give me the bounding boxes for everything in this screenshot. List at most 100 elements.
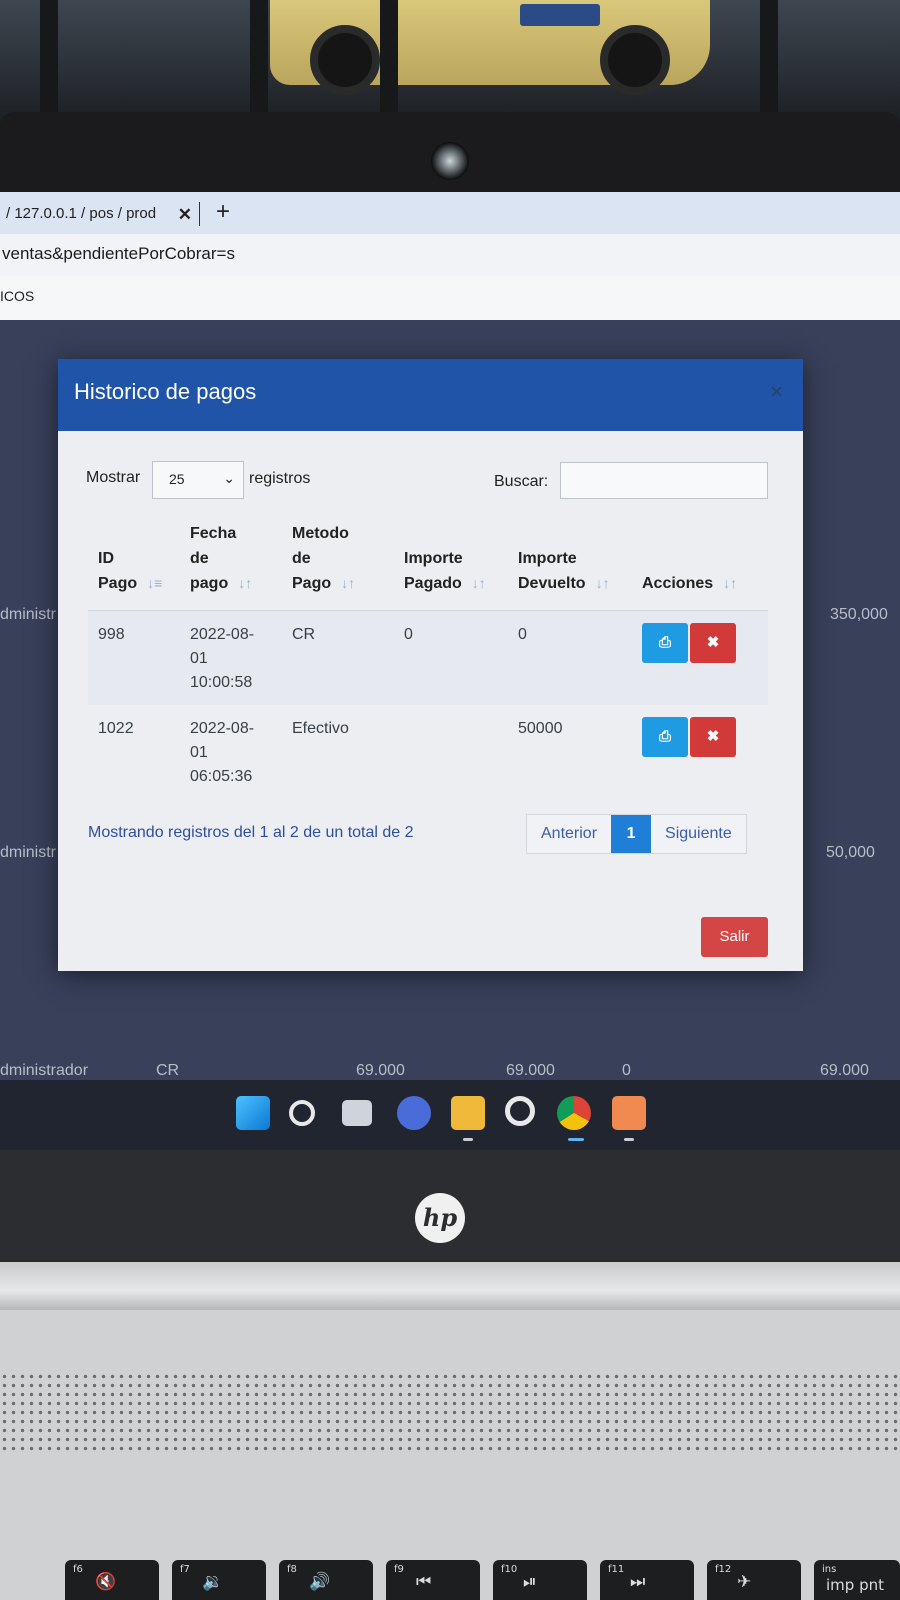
key-label: f10 — [501, 1564, 518, 1575]
key-f8[interactable]: f8 🔊 — [279, 1560, 373, 1600]
taxi-plate — [520, 4, 600, 26]
bg-row-method: CR — [156, 1062, 180, 1079]
date-line: 01 — [190, 650, 208, 667]
pagination-previous[interactable]: Anterior — [527, 815, 611, 853]
payment-history-modal: Historico de pagos × Mostrar 25 ⌄ regist… — [58, 359, 803, 971]
key-label: f7 — [180, 1564, 190, 1575]
cell-paid — [394, 705, 508, 799]
sort-icon[interactable]: ↓↑ — [341, 575, 355, 591]
cell-date: 2022-08- 01 06:05:36 — [180, 705, 282, 799]
tab-title: / 127.0.0.1 / pos / prod — [6, 204, 157, 222]
previous-track-icon: ⏮ — [416, 1572, 432, 1592]
key-label: f9 — [394, 1564, 404, 1575]
date-line: 06:05:36 — [190, 768, 253, 785]
close-icon: ✖ — [706, 728, 720, 745]
column-header-line: Importe — [518, 550, 577, 567]
date-line: 2022-08- — [190, 720, 255, 737]
key-f12[interactable]: f12 ✈ — [707, 1560, 801, 1600]
delete-button[interactable]: ✖ — [690, 623, 736, 663]
column-header-line: Importe — [404, 550, 463, 567]
pagination-page-current[interactable]: 1 — [611, 815, 652, 853]
column-header-actions[interactable]: Acciones ↓↑ — [632, 511, 768, 611]
next-track-icon: ⏭ — [630, 1572, 646, 1592]
speaker-grille — [0, 1372, 900, 1454]
laptop-deck — [0, 1310, 900, 1600]
taxi-wheel — [600, 25, 670, 95]
column-header-id[interactable]: ID Pago ↓≡ — [88, 511, 180, 611]
date-line: 01 — [190, 744, 208, 761]
sort-icon[interactable]: ↓↑ — [472, 575, 486, 591]
volume-up-icon: 🔊 — [309, 1572, 331, 1592]
key-f7[interactable]: f7 🔉 — [172, 1560, 266, 1600]
sort-asc-icon[interactable]: ↓≡ — [147, 575, 162, 591]
file-explorer-icon[interactable] — [451, 1096, 485, 1130]
sort-icon[interactable]: ↓↑ — [596, 575, 610, 591]
windows-start-icon[interactable] — [236, 1096, 270, 1130]
table-info: Mostrando registros del 1 al 2 de un tot… — [88, 824, 414, 841]
search-input[interactable] — [560, 462, 768, 499]
key-f10[interactable]: f10 ⏯ — [493, 1560, 587, 1600]
print-button[interactable]: ⎙ — [642, 717, 688, 757]
column-header-line: Pagado — [404, 575, 462, 592]
key-label: imp pnt — [826, 1576, 884, 1594]
exit-button[interactable]: Salir — [701, 917, 768, 957]
bg-row-user: dministr — [0, 844, 57, 861]
cell-id: 1022 — [98, 720, 134, 737]
cell-paid: 0 — [394, 610, 508, 705]
column-header-returned[interactable]: Importe Devuelto ↓↑ — [508, 511, 632, 611]
airplane-icon: ✈ — [737, 1572, 752, 1592]
table-header-row: ID Pago ↓≡ Fecha de pago ↓↑ Metodo de Pago… — [88, 511, 768, 611]
running-indicator — [624, 1138, 634, 1141]
key-ins[interactable]: ins imp pnt — [814, 1560, 900, 1600]
column-header-paid[interactable]: Importe Pagado ↓↑ — [394, 511, 508, 611]
mute-icon: 🔇 — [95, 1572, 117, 1592]
meet-icon[interactable] — [397, 1096, 431, 1130]
page-length-select[interactable]: 25 ⌄ — [152, 461, 244, 499]
pagination: Anterior 1 Siguiente — [526, 814, 747, 854]
play-pause-icon: ⏯ — [523, 1572, 537, 1592]
background-pole — [250, 0, 268, 120]
key-f6[interactable]: f6 🔇 — [65, 1560, 159, 1600]
volume-down-icon: 🔉 — [202, 1572, 224, 1592]
function-key-row: f6 🔇 f7 🔉 f8 🔊 f9 ⏮ f10 ⏯ f11 ⏭ f12 ✈ ins imp pn… — [0, 1560, 900, 1600]
column-header-date[interactable]: Fecha de pago ↓↑ — [180, 511, 282, 611]
column-header-method[interactable]: Metodo de Pago ↓↑ — [282, 511, 394, 611]
key-f11[interactable]: f11 ⏭ — [600, 1560, 694, 1600]
key-label: f12 — [715, 1564, 732, 1575]
close-icon[interactable]: × — [770, 379, 783, 405]
tab-separator — [199, 202, 200, 226]
modal-header: Historico de pagos × — [58, 359, 803, 431]
hp-logo: hp — [415, 1193, 465, 1243]
webcam — [431, 142, 469, 180]
cell-returned: 0 — [508, 610, 632, 705]
chrome-icon[interactable] — [557, 1096, 591, 1130]
address-bar[interactable]: ventas&pendientePorCobrar=s — [0, 234, 900, 276]
sort-icon[interactable]: ↓↑ — [723, 575, 737, 591]
app-icon[interactable] — [505, 1096, 535, 1126]
column-header-line: Devuelto — [518, 575, 586, 592]
key-label: f8 — [287, 1564, 297, 1575]
bg-row-total: 69.000 — [820, 1062, 869, 1079]
cell-date: 2022-08- 01 10:00:58 — [180, 610, 282, 705]
cell-method: Efectivo — [292, 720, 349, 737]
tab-close-icon[interactable]: ✕ — [178, 205, 192, 225]
background-pole — [760, 0, 778, 120]
browser-tab[interactable]: / 127.0.0.1 / pos / prod ✕ — [0, 196, 200, 234]
bg-row-user: dministrador — [0, 1062, 89, 1079]
print-button[interactable]: ⎙ — [642, 623, 688, 663]
laptop-hinge — [0, 1262, 900, 1310]
search-icon[interactable] — [289, 1100, 315, 1126]
key-label: f6 — [73, 1564, 83, 1575]
xampp-icon[interactable] — [612, 1096, 646, 1130]
chevron-down-icon: ⌄ — [223, 470, 235, 486]
page-length-label: Mostrar — [86, 469, 141, 486]
new-tab-button[interactable]: + — [216, 198, 230, 226]
bookmark-item[interactable]: ICOS — [0, 288, 34, 304]
column-header-line: de — [190, 550, 209, 567]
key-f9[interactable]: f9 ⏮ — [386, 1560, 480, 1600]
delete-button[interactable]: ✖ — [690, 717, 736, 757]
pagination-next[interactable]: Siguiente — [651, 815, 746, 853]
active-indicator — [568, 1138, 584, 1141]
sort-icon[interactable]: ↓↑ — [238, 575, 252, 591]
task-view-icon[interactable] — [342, 1100, 372, 1126]
